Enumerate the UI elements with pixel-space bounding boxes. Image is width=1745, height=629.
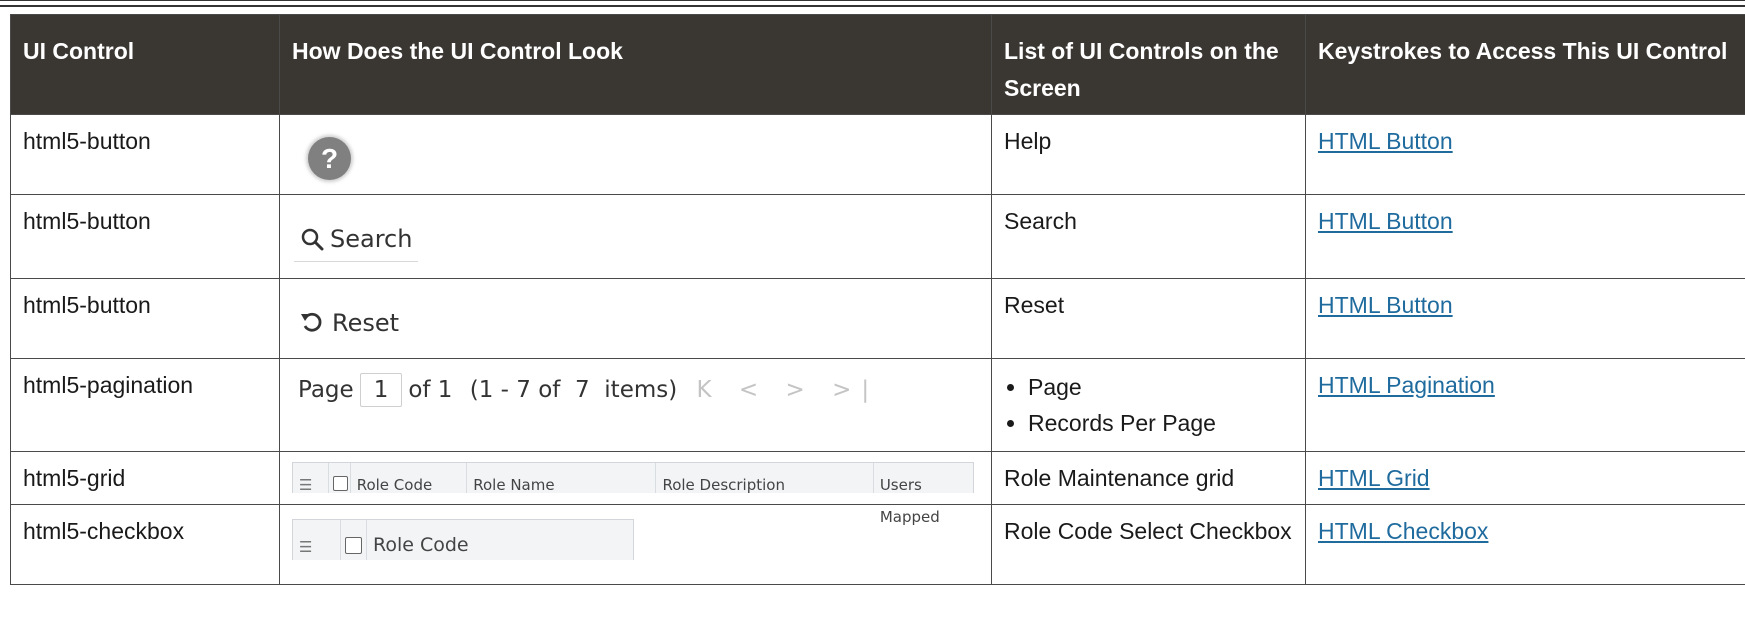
pagination-demo: Page 1 of 1 (1 - 7 of 7 items) K < > >| — [298, 373, 979, 407]
help-icon[interactable]: ? — [308, 137, 351, 180]
control-name: html5-checkbox — [10, 504, 280, 585]
table-row: html5-checkbox ☰ Role Code Role Code Sel… — [10, 504, 1745, 585]
checkbox-demo-header: ☰ Role Code — [292, 519, 634, 560]
control-preview: ☰ Role Code Role Name Role Description U… — [279, 451, 992, 526]
table-row: html5-grid ☰ Role Code Role Name Role De… — [10, 451, 1745, 526]
table-row: html5-button ? Help HTML Button — [10, 114, 1745, 195]
select-all-checkbox[interactable] — [329, 463, 351, 493]
hierarchy-icon[interactable]: ☰ — [293, 463, 329, 494]
control-name: html5-pagination — [10, 358, 280, 452]
grid-col-users-mapped[interactable]: Users Mapped — [874, 463, 973, 526]
table-row: html5-button Reset Reset HTML Button — [10, 278, 1745, 359]
control-name: html5-button — [10, 194, 280, 279]
page-of-label: of 1 — [408, 377, 453, 403]
table-row: html5-pagination Page 1 of 1 (1 - 7 of 7 i… — [10, 358, 1745, 452]
table-row: html5-button Search Search HTML Button — [10, 194, 1745, 279]
item-range-text: (1 - 7 of 7 items) — [469, 377, 678, 403]
control-name: html5-grid — [10, 451, 280, 505]
grid-col-role-code[interactable]: Role Code — [351, 463, 468, 494]
control-preview: ? — [279, 114, 992, 195]
header-keystrokes: Keystrokes to Access This UI Control — [1305, 14, 1745, 115]
reset-button[interactable]: Reset — [294, 307, 405, 345]
keystroke-link[interactable]: HTML Button — [1318, 292, 1453, 318]
grid-col-role-description[interactable]: Role Description — [656, 463, 874, 494]
screen-control: Help — [991, 114, 1306, 195]
reset-button-label: Reset — [332, 309, 400, 337]
screen-control: Page Records Per Page — [991, 358, 1306, 452]
checkbox-col-role-code[interactable]: Role Code — [367, 520, 631, 560]
header-ui-control: UI Control — [10, 14, 280, 115]
hierarchy-icon[interactable]: ☰ — [293, 520, 341, 560]
page-number-input[interactable]: 1 — [359, 373, 403, 407]
screen-control: Reset — [991, 278, 1306, 359]
control-preview: Page 1 of 1 (1 - 7 of 7 items) K < > >| — [279, 358, 992, 452]
control-preview: Reset — [279, 278, 992, 359]
table-header-row: UI Control How Does the UI Control Look … — [10, 14, 1745, 115]
search-button-label: Search — [330, 225, 413, 253]
control-preview: Search — [279, 194, 992, 279]
screen-control-list: Page Records Per Page — [1004, 369, 1293, 441]
control-name: html5-button — [10, 278, 280, 359]
search-icon — [301, 228, 324, 251]
control-name: html5-button — [10, 114, 280, 195]
header-controls-list: List of UI Controls on the Screen — [991, 14, 1306, 115]
search-button[interactable]: Search — [294, 223, 419, 262]
screen-control: Role Code Select Checkbox — [991, 504, 1306, 585]
header-how-it-looks: How Does the UI Control Look — [279, 14, 992, 115]
list-item: Records Per Page — [1028, 405, 1293, 441]
keystroke-link[interactable]: HTML Checkbox — [1318, 518, 1488, 544]
keystroke-link[interactable]: HTML Pagination — [1318, 372, 1495, 398]
top-rule — [0, 0, 1745, 7]
pagination-nav-icons[interactable]: K < > >| — [697, 377, 880, 403]
grid-col-role-name[interactable]: Role Name — [467, 463, 657, 494]
keystroke-link[interactable]: HTML Grid — [1318, 465, 1430, 491]
keystroke-link[interactable]: HTML Button — [1318, 208, 1453, 234]
keystroke-link[interactable]: HTML Button — [1318, 128, 1453, 154]
grid-demo-header: ☰ Role Code Role Name Role Description U… — [292, 462, 974, 526]
role-code-checkbox[interactable] — [341, 520, 367, 560]
page-label: Page — [298, 377, 354, 403]
screen-control: Role Maintenance grid — [991, 451, 1306, 505]
ui-controls-table: UI Control How Does the UI Control Look … — [10, 14, 1745, 585]
reset-icon — [301, 312, 322, 332]
screen-control: Search — [991, 194, 1306, 279]
list-item: Page — [1028, 369, 1293, 405]
